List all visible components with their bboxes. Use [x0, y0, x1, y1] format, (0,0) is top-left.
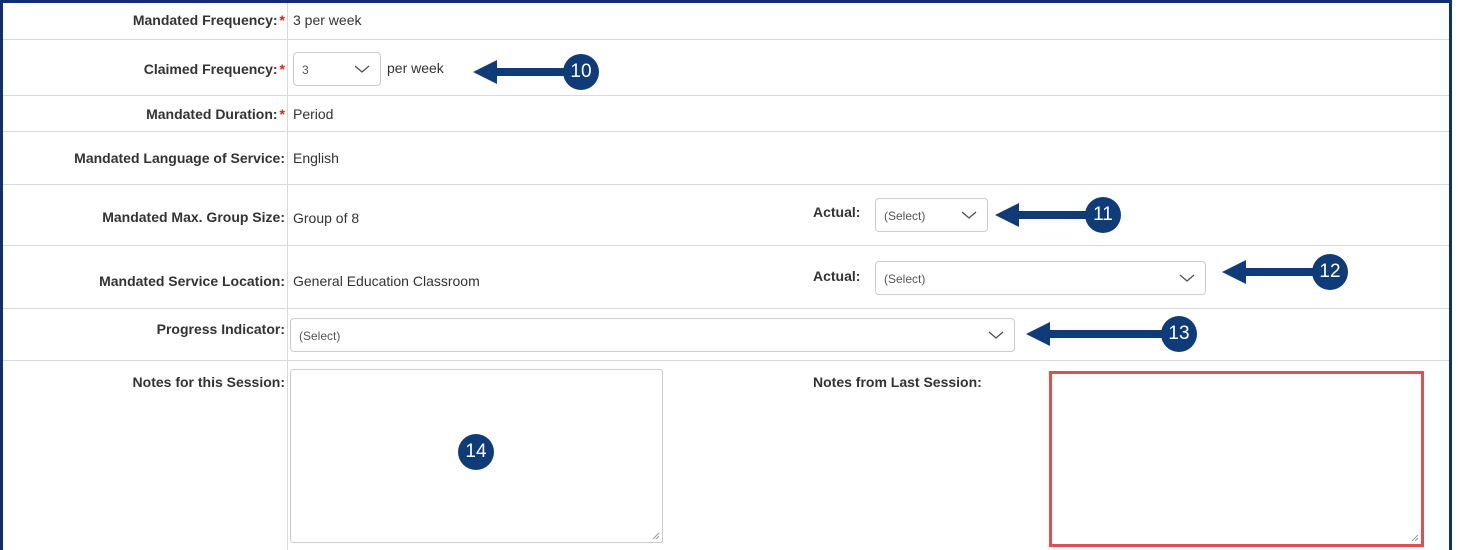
- row-mandated-language: Mandated Language of Service: English: [3, 132, 1449, 185]
- progress-indicator-label: Progress Indicator:: [156, 321, 285, 337]
- claimed-frequency-suffix: per week: [387, 60, 444, 76]
- resize-grip-icon: [652, 532, 660, 540]
- claimed-frequency-label-text: Claimed Frequency:: [143, 61, 278, 77]
- chevron-down-icon: [354, 65, 370, 73]
- row-claimed-frequency: Claimed Frequency: * 3 per week: [3, 40, 1449, 96]
- group-size-actual-selected: (Select): [884, 209, 926, 223]
- mandated-location-label: Mandated Service Location:: [99, 273, 285, 289]
- progress-indicator-select[interactable]: (Select): [290, 318, 1015, 352]
- resize-grip-icon: [1411, 534, 1419, 542]
- progress-indicator-selected: (Select): [299, 329, 341, 343]
- mandated-group-size-value: Group of 8: [293, 210, 360, 226]
- chevron-down-icon: [988, 331, 1004, 339]
- notes-last-session-textarea[interactable]: [1049, 371, 1424, 547]
- mandated-duration-value: Period: [293, 106, 334, 122]
- mandated-language-label: Mandated Language of Service:: [74, 150, 285, 166]
- claimed-frequency-label: Claimed Frequency: *: [144, 61, 285, 77]
- location-actual-select[interactable]: (Select): [875, 261, 1206, 295]
- mandated-frequency-value: 3 per week: [293, 12, 362, 28]
- chevron-down-icon: [1179, 274, 1195, 282]
- row-group-size: Mandated Max. Group Size: Group of 8 Act…: [3, 185, 1449, 246]
- left-arrow-icon: [1222, 260, 1322, 284]
- group-size-actual-label: Actual:: [813, 204, 861, 220]
- mandated-frequency-label-text: Mandated Frequency:: [132, 12, 278, 28]
- row-mandated-frequency: Mandated Frequency: * 3 per week: [3, 3, 1449, 40]
- left-arrow-icon: [473, 60, 573, 84]
- chevron-down-icon: [961, 211, 977, 219]
- callout-badge-11: 11: [1085, 197, 1121, 233]
- location-actual-label: Actual:: [813, 268, 861, 284]
- group-size-actual-select[interactable]: (Select): [875, 198, 988, 232]
- notes-last-session-label: Notes from Last Session:: [813, 374, 982, 390]
- mandated-frequency-label: Mandated Frequency: *: [133, 12, 285, 28]
- required-asterisk: *: [279, 12, 285, 28]
- row-progress-indicator: Progress Indicator: (Select): [3, 309, 1449, 361]
- left-arrow-icon: [1026, 322, 1166, 346]
- claimed-frequency-select[interactable]: 3: [293, 52, 381, 86]
- mandated-duration-label-text: Mandated Duration:: [146, 106, 278, 122]
- mandated-duration-label: Mandated Duration: *: [146, 106, 285, 122]
- required-asterisk: *: [279, 61, 285, 77]
- required-asterisk: *: [279, 106, 285, 122]
- left-arrow-icon: [995, 203, 1095, 227]
- row-mandated-duration: Mandated Duration: * Period: [3, 96, 1449, 132]
- claimed-frequency-selected: 3: [302, 63, 309, 77]
- callout-badge-13: 13: [1161, 316, 1197, 352]
- location-actual-selected: (Select): [884, 272, 926, 286]
- callout-badge-12: 12: [1312, 254, 1348, 290]
- service-form: Mandated Frequency: * 3 per week Claimed …: [0, 0, 1452, 550]
- mandated-location-value: General Education Classroom: [293, 273, 480, 289]
- row-notes: Notes for this Session: Notes from Last …: [3, 361, 1449, 550]
- callout-badge-14: 14: [458, 434, 494, 470]
- callout-badge-10: 10: [563, 54, 599, 90]
- mandated-group-size-label: Mandated Max. Group Size:: [102, 209, 285, 225]
- mandated-language-value: English: [293, 150, 339, 166]
- notes-this-session-label: Notes for this Session:: [132, 374, 285, 390]
